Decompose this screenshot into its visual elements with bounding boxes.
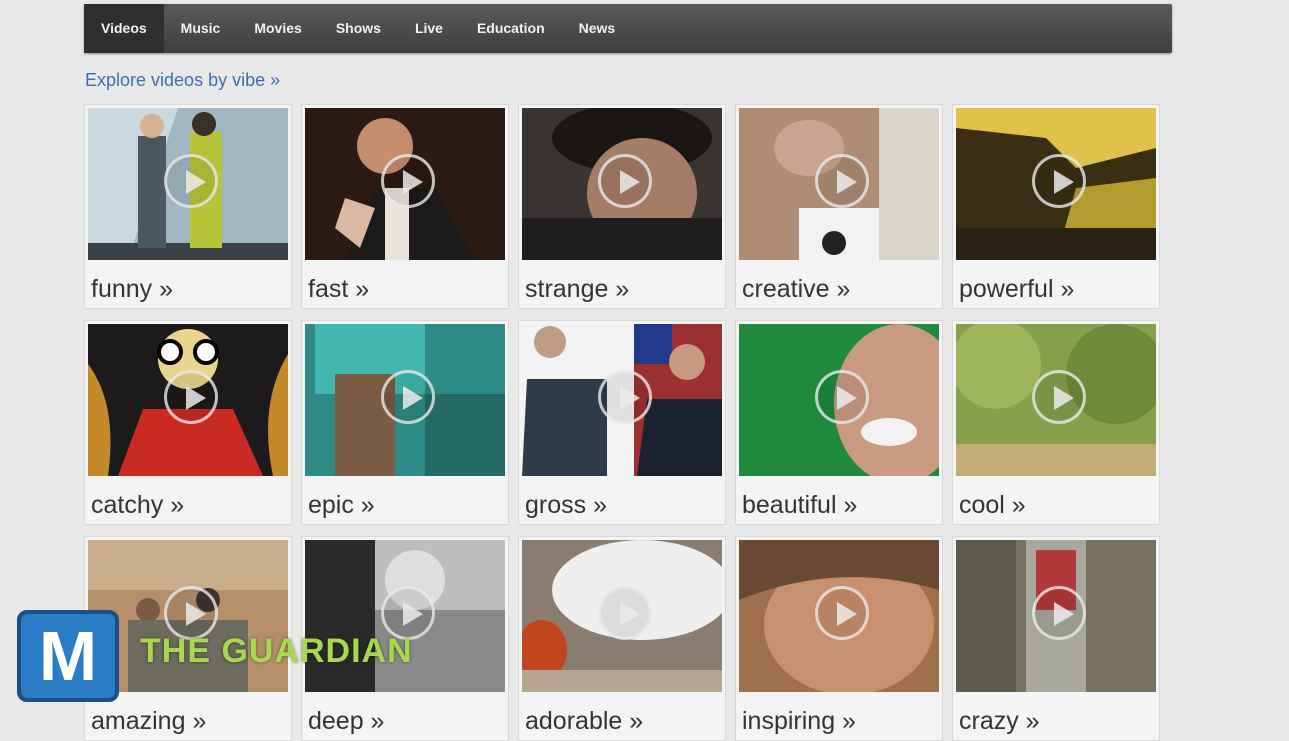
vibe-label: amazing » <box>91 707 207 735</box>
vibe-tile-cool[interactable]: cool » <box>952 320 1160 525</box>
video-thumbnail <box>956 324 1156 476</box>
tab-education[interactable]: Education <box>460 4 562 53</box>
play-icon <box>598 586 652 640</box>
play-icon <box>381 154 435 208</box>
vibe-label: beautiful » <box>742 491 858 519</box>
play-icon <box>1032 154 1086 208</box>
vibe-tile-powerful[interactable]: powerful » <box>952 104 1160 309</box>
vibe-label: epic » <box>308 491 375 519</box>
vibe-tile-beautiful[interactable]: beautiful » <box>735 320 943 525</box>
video-thumbnail <box>88 324 288 476</box>
tab-news[interactable]: News <box>562 4 633 53</box>
play-icon <box>815 154 869 208</box>
channel-logo: M <box>17 610 119 702</box>
play-icon <box>598 154 652 208</box>
vibe-label: strange » <box>525 275 630 303</box>
tab-videos[interactable]: Videos <box>84 4 164 53</box>
vibe-label: fast » <box>308 275 370 303</box>
vibe-tile-gross[interactable]: gross » <box>518 320 726 525</box>
vibe-tile-strange[interactable]: strange » <box>518 104 726 309</box>
play-icon <box>164 154 218 208</box>
tab-shows[interactable]: Shows <box>319 4 398 53</box>
tab-movies[interactable]: Movies <box>237 4 318 53</box>
vibe-label: inspiring » <box>742 707 856 735</box>
video-thumbnail <box>522 324 722 476</box>
logo-letter: M <box>38 617 98 695</box>
play-icon <box>164 370 218 424</box>
video-thumbnail <box>739 108 939 260</box>
play-icon <box>1032 370 1086 424</box>
play-icon <box>815 586 869 640</box>
vibe-label: creative » <box>742 275 851 303</box>
video-thumbnail <box>305 324 505 476</box>
vibe-label: gross » <box>525 491 607 519</box>
vibe-tile-crazy[interactable]: crazy » <box>952 536 1160 741</box>
vibe-tile-adorable[interactable]: adorable » <box>518 536 726 741</box>
vibe-label: deep » <box>308 707 385 735</box>
vibe-tile-epic[interactable]: epic » <box>301 320 509 525</box>
vibe-label: crazy » <box>959 707 1040 735</box>
vibe-label: cool » <box>959 491 1026 519</box>
play-icon <box>1032 586 1086 640</box>
play-icon <box>598 370 652 424</box>
video-thumbnail <box>739 540 939 692</box>
vibe-label: powerful » <box>959 275 1075 303</box>
vibe-tile-creative[interactable]: creative » <box>735 104 943 309</box>
vibe-label: catchy » <box>91 491 185 519</box>
vibe-label: adorable » <box>525 707 644 735</box>
video-thumbnail <box>739 324 939 476</box>
watermark-caption: THE GUARDIAN <box>140 632 413 670</box>
tab-music[interactable]: Music <box>164 4 238 53</box>
vibe-label: funny » <box>91 275 174 303</box>
play-icon <box>815 370 869 424</box>
video-thumbnail <box>522 540 722 692</box>
vibe-tile-catchy[interactable]: catchy » <box>84 320 292 525</box>
play-icon <box>381 370 435 424</box>
video-thumbnail <box>522 108 722 260</box>
tab-live[interactable]: Live <box>398 4 460 53</box>
video-thumbnail <box>305 108 505 260</box>
top-nav-bar: Videos Music Movies Shows Live Education… <box>84 4 1172 53</box>
vibe-tile-inspiring[interactable]: inspiring » <box>735 536 943 741</box>
vibe-tile-funny[interactable]: funny » <box>84 104 292 309</box>
video-thumbnail <box>956 108 1156 260</box>
explore-by-vibe-link[interactable]: Explore videos by vibe » <box>85 70 280 91</box>
vibe-tile-fast[interactable]: fast » <box>301 104 509 309</box>
video-thumbnail <box>88 108 288 260</box>
video-thumbnail <box>956 540 1156 692</box>
